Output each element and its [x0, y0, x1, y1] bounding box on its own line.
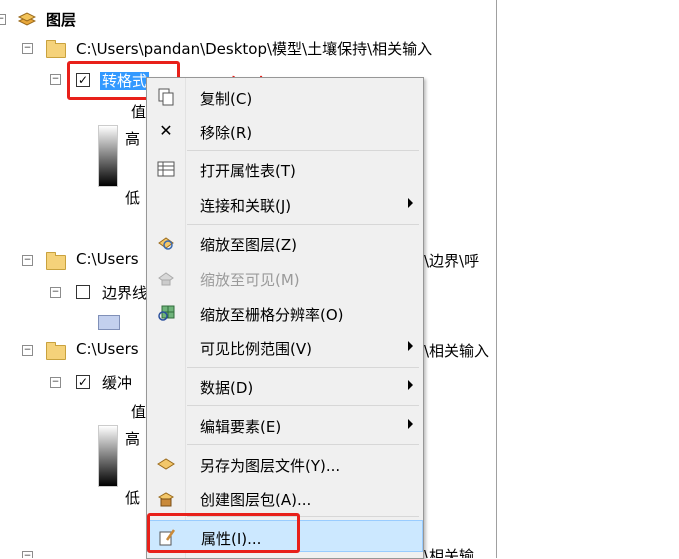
menu-item-joins-relates[interactable]: 连接和关联(J): [147, 188, 423, 220]
group-3-path-tail: \相关输入: [424, 342, 490, 360]
layers-stack-icon: [16, 9, 37, 27]
menu-item-zoom-to-layer-label: 缩放至图层(Z): [200, 236, 297, 254]
zoom-layer-icon: [157, 234, 175, 252]
collapse-layer-1-toggle[interactable]: −: [50, 74, 61, 85]
layer-3-value-label: 值: [131, 403, 147, 421]
menu-item-data-label: 数据(D): [200, 379, 254, 397]
layer-1-color-ramp: [98, 125, 118, 187]
layer-3-name[interactable]: 缓冲: [102, 372, 132, 393]
menu-item-save-as-layer-file-label: 另存为图层文件(Y)...: [200, 457, 341, 475]
group-4-path-tail: \相关输: [424, 547, 475, 558]
layer-package-icon: [157, 489, 175, 507]
layer-2-name[interactable]: 边界线: [102, 282, 147, 303]
menu-item-zoom-to-visible-label: 缩放至可见(M): [200, 271, 300, 289]
menu-item-zoom-to-raster-resolution[interactable]: 缩放至栅格分辨率(O): [147, 297, 423, 329]
menu-item-edit-features-label: 编辑要素(E): [200, 418, 282, 436]
menu-separator: [187, 405, 419, 406]
menu-item-zoom-to-visible[interactable]: 缩放至可见(M): [147, 262, 423, 294]
zoom-visible-icon: [157, 269, 175, 287]
layer-2-visibility-checkbox[interactable]: [76, 285, 90, 299]
menu-separator: [187, 444, 419, 445]
menu-item-edit-features[interactable]: 编辑要素(E): [147, 409, 423, 441]
copy-icon: [157, 88, 175, 106]
menu-item-joins-relates-label: 连接和关联(J): [200, 197, 292, 215]
folder-icon: [46, 252, 66, 270]
folder-icon: [46, 40, 66, 58]
layer-3-high-label: 高: [125, 430, 141, 448]
layer-3-visibility-checkbox[interactable]: ✓: [76, 375, 90, 389]
menu-separator: [187, 367, 419, 368]
menu-item-create-layer-package-label: 创建图层包(A)...: [200, 491, 312, 509]
submenu-arrow-icon: [408, 341, 413, 351]
layer-3-color-ramp: [98, 425, 118, 487]
collapse-layer-2-toggle[interactable]: −: [50, 287, 61, 298]
save-layer-icon: [157, 455, 175, 473]
folder-icon: [46, 342, 66, 360]
menu-item-data[interactable]: 数据(D): [147, 370, 423, 402]
menu-item-open-attribute-table[interactable]: 打开属性表(T): [147, 153, 423, 185]
menu-separator: [187, 224, 419, 225]
menu-separator: [187, 150, 419, 151]
group-2-path-tail: \边界\呼: [424, 252, 480, 270]
submenu-arrow-icon: [408, 419, 413, 429]
collapse-group-3-toggle[interactable]: −: [22, 345, 33, 356]
layer-1-value-label: 值: [131, 103, 147, 121]
layer-1-high-label: 高: [125, 130, 141, 148]
table-icon: [157, 160, 175, 178]
properties-highlight-box: [147, 513, 300, 553]
collapse-group-4-toggle[interactable]: −: [22, 551, 33, 558]
collapse-layer-3-toggle[interactable]: −: [50, 377, 61, 388]
layer-3-low-label: 低: [125, 489, 141, 507]
layer-2-symbol-swatch[interactable]: [98, 315, 120, 330]
collapse-group-2-toggle[interactable]: −: [22, 255, 33, 266]
menu-item-remove-label: 移除(R): [200, 124, 253, 142]
submenu-arrow-icon: [408, 198, 413, 208]
raster-resolution-icon: [157, 304, 175, 322]
layers-root-label: 图层: [46, 11, 77, 29]
menu-item-zoom-to-raster-resolution-label: 缩放至栅格分辨率(O): [200, 306, 344, 324]
menu-item-copy-label: 复制(C): [200, 90, 253, 108]
menu-item-open-attribute-table-label: 打开属性表(T): [200, 162, 296, 180]
group-1-path[interactable]: C:\Users\pandan\Desktop\模型\土壤保持\相关输入: [76, 38, 432, 59]
remove-x-icon: ✕: [159, 121, 173, 140]
group-3-path[interactable]: C:\Users: [76, 340, 139, 358]
menu-item-visible-scale-range-label: 可见比例范围(V): [200, 340, 312, 358]
submenu-arrow-icon: [408, 380, 413, 390]
menu-item-save-as-layer-file[interactable]: 另存为图层文件(Y)...: [147, 448, 423, 480]
group-2-path[interactable]: C:\Users: [76, 250, 139, 268]
layer-context-menu: 复制(C) ✕ 移除(R) 打开属性表(T) 连接和关联(J) 缩放至图层(Z)…: [146, 77, 424, 559]
menu-item-visible-scale-range[interactable]: 可见比例范围(V): [147, 331, 423, 363]
collapse-root-toggle[interactable]: −: [0, 14, 6, 25]
menu-item-copy[interactable]: 复制(C): [147, 81, 423, 113]
collapse-group-1-toggle[interactable]: −: [22, 43, 33, 54]
menu-item-remove[interactable]: ✕ 移除(R): [147, 115, 423, 147]
panel-divider: [496, 0, 497, 558]
layer-1-low-label: 低: [125, 189, 141, 207]
menu-item-zoom-to-layer[interactable]: 缩放至图层(Z): [147, 227, 423, 259]
menu-item-create-layer-package[interactable]: 创建图层包(A)...: [147, 482, 423, 514]
